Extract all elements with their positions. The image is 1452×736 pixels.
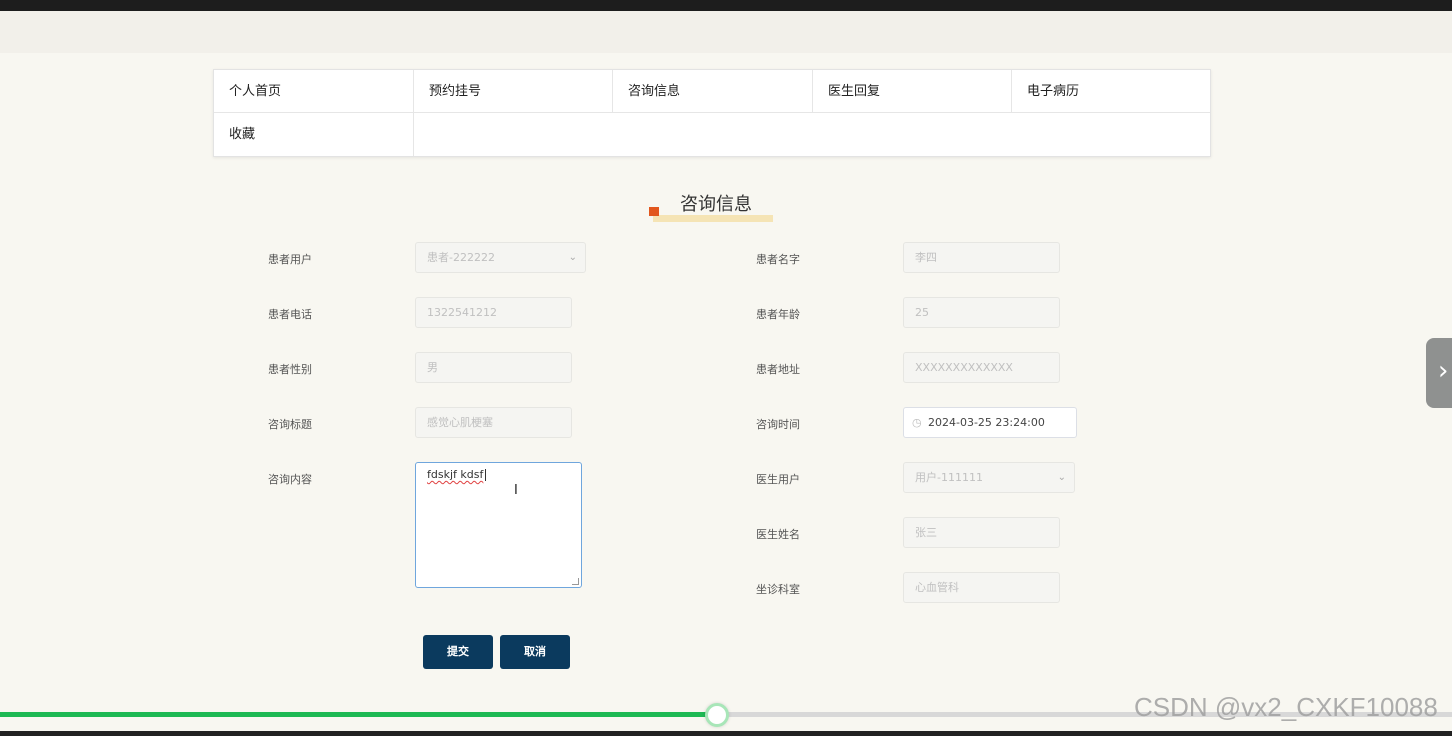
ibeam-cursor-icon: I — [514, 483, 518, 498]
consult-title-field[interactable]: 感觉心肌梗塞 — [415, 407, 572, 438]
watermark: CSDN @vx2_CXKF10088 — [1134, 692, 1438, 722]
page-title-block: 咨询信息 — [640, 186, 800, 226]
consult-content-value: fdskjf kdsf — [427, 468, 484, 481]
video-progress-knob[interactable] — [705, 703, 729, 727]
title-accent-mark — [649, 207, 659, 216]
label-consult-time: 咨询时间 — [756, 418, 800, 431]
resize-handle[interactable] — [572, 578, 579, 585]
label-patient-address: 患者地址 — [756, 363, 800, 376]
label-patient-user: 患者用户 — [268, 253, 312, 266]
window-top-bar — [0, 0, 1452, 11]
label-patient-phone: 患者电话 — [268, 308, 312, 321]
text-caret — [485, 469, 487, 481]
label-patient-age: 患者年龄 — [756, 308, 800, 321]
title-underline — [653, 215, 773, 222]
page-title: 咨询信息 — [680, 194, 752, 215]
nav-item-appointment[interactable]: 预约挂号 — [414, 70, 613, 113]
window-bottom-bar — [0, 731, 1452, 736]
patient-user-select[interactable]: 患者-222222 ⌄ — [415, 242, 586, 273]
patient-age-field[interactable]: 25 — [903, 297, 1060, 328]
video-progress-fill — [0, 712, 717, 717]
consult-time-picker[interactable]: ◷ 2024-03-25 23:24:00 — [903, 407, 1077, 438]
department-field[interactable]: 心血管科 — [903, 572, 1060, 603]
cancel-button[interactable]: 取消 — [500, 635, 570, 669]
doctor-user-select[interactable]: 用户-111111 ⌄ — [903, 462, 1075, 493]
label-consult-title: 咨询标题 — [268, 418, 312, 431]
chevron-down-icon: ⌄ — [1057, 472, 1066, 483]
patient-gender-field[interactable]: 男 — [415, 352, 572, 383]
doctor-name-field[interactable]: 张三 — [903, 517, 1060, 548]
clock-icon: ◷ — [912, 416, 922, 429]
nav-item-medical-record[interactable]: 电子病历 — [1012, 70, 1210, 113]
submit-button[interactable]: 提交 — [423, 635, 493, 669]
consult-time-value: 2024-03-25 23:24:00 — [928, 416, 1045, 429]
user-center-nav: 个人首页 预约挂号 咨询信息 医生回复 电子病历 收藏 — [213, 69, 1211, 157]
nav-item-consultation[interactable]: 咨询信息 — [613, 70, 813, 113]
patient-name-field[interactable]: 李四 — [903, 242, 1060, 273]
label-patient-name: 患者名字 — [756, 253, 800, 266]
nav-item-favorites[interactable]: 收藏 — [214, 113, 414, 156]
patient-phone-field[interactable]: 1322541212 — [415, 297, 572, 328]
label-doctor-user: 医生用户 — [756, 473, 800, 486]
consult-content-textarea[interactable]: fdskjf kdsf — [415, 462, 582, 588]
header-band — [0, 11, 1452, 53]
label-patient-gender: 患者性别 — [268, 363, 312, 376]
label-doctor-name: 医生姓名 — [756, 528, 800, 541]
label-consult-content: 咨询内容 — [268, 473, 312, 486]
patient-address-field[interactable]: XXXXXXXXXXXXX — [903, 352, 1060, 383]
nav-item-doctor-reply[interactable]: 医生回复 — [813, 70, 1012, 113]
side-expand-arrow-icon[interactable]: › — [1426, 338, 1452, 408]
nav-item-personal-home[interactable]: 个人首页 — [214, 70, 414, 113]
chevron-down-icon: ⌄ — [568, 252, 577, 263]
label-department: 坐诊科室 — [756, 583, 800, 596]
doctor-user-value: 用户-111111 — [915, 471, 983, 484]
patient-user-value: 患者-222222 — [427, 251, 495, 264]
